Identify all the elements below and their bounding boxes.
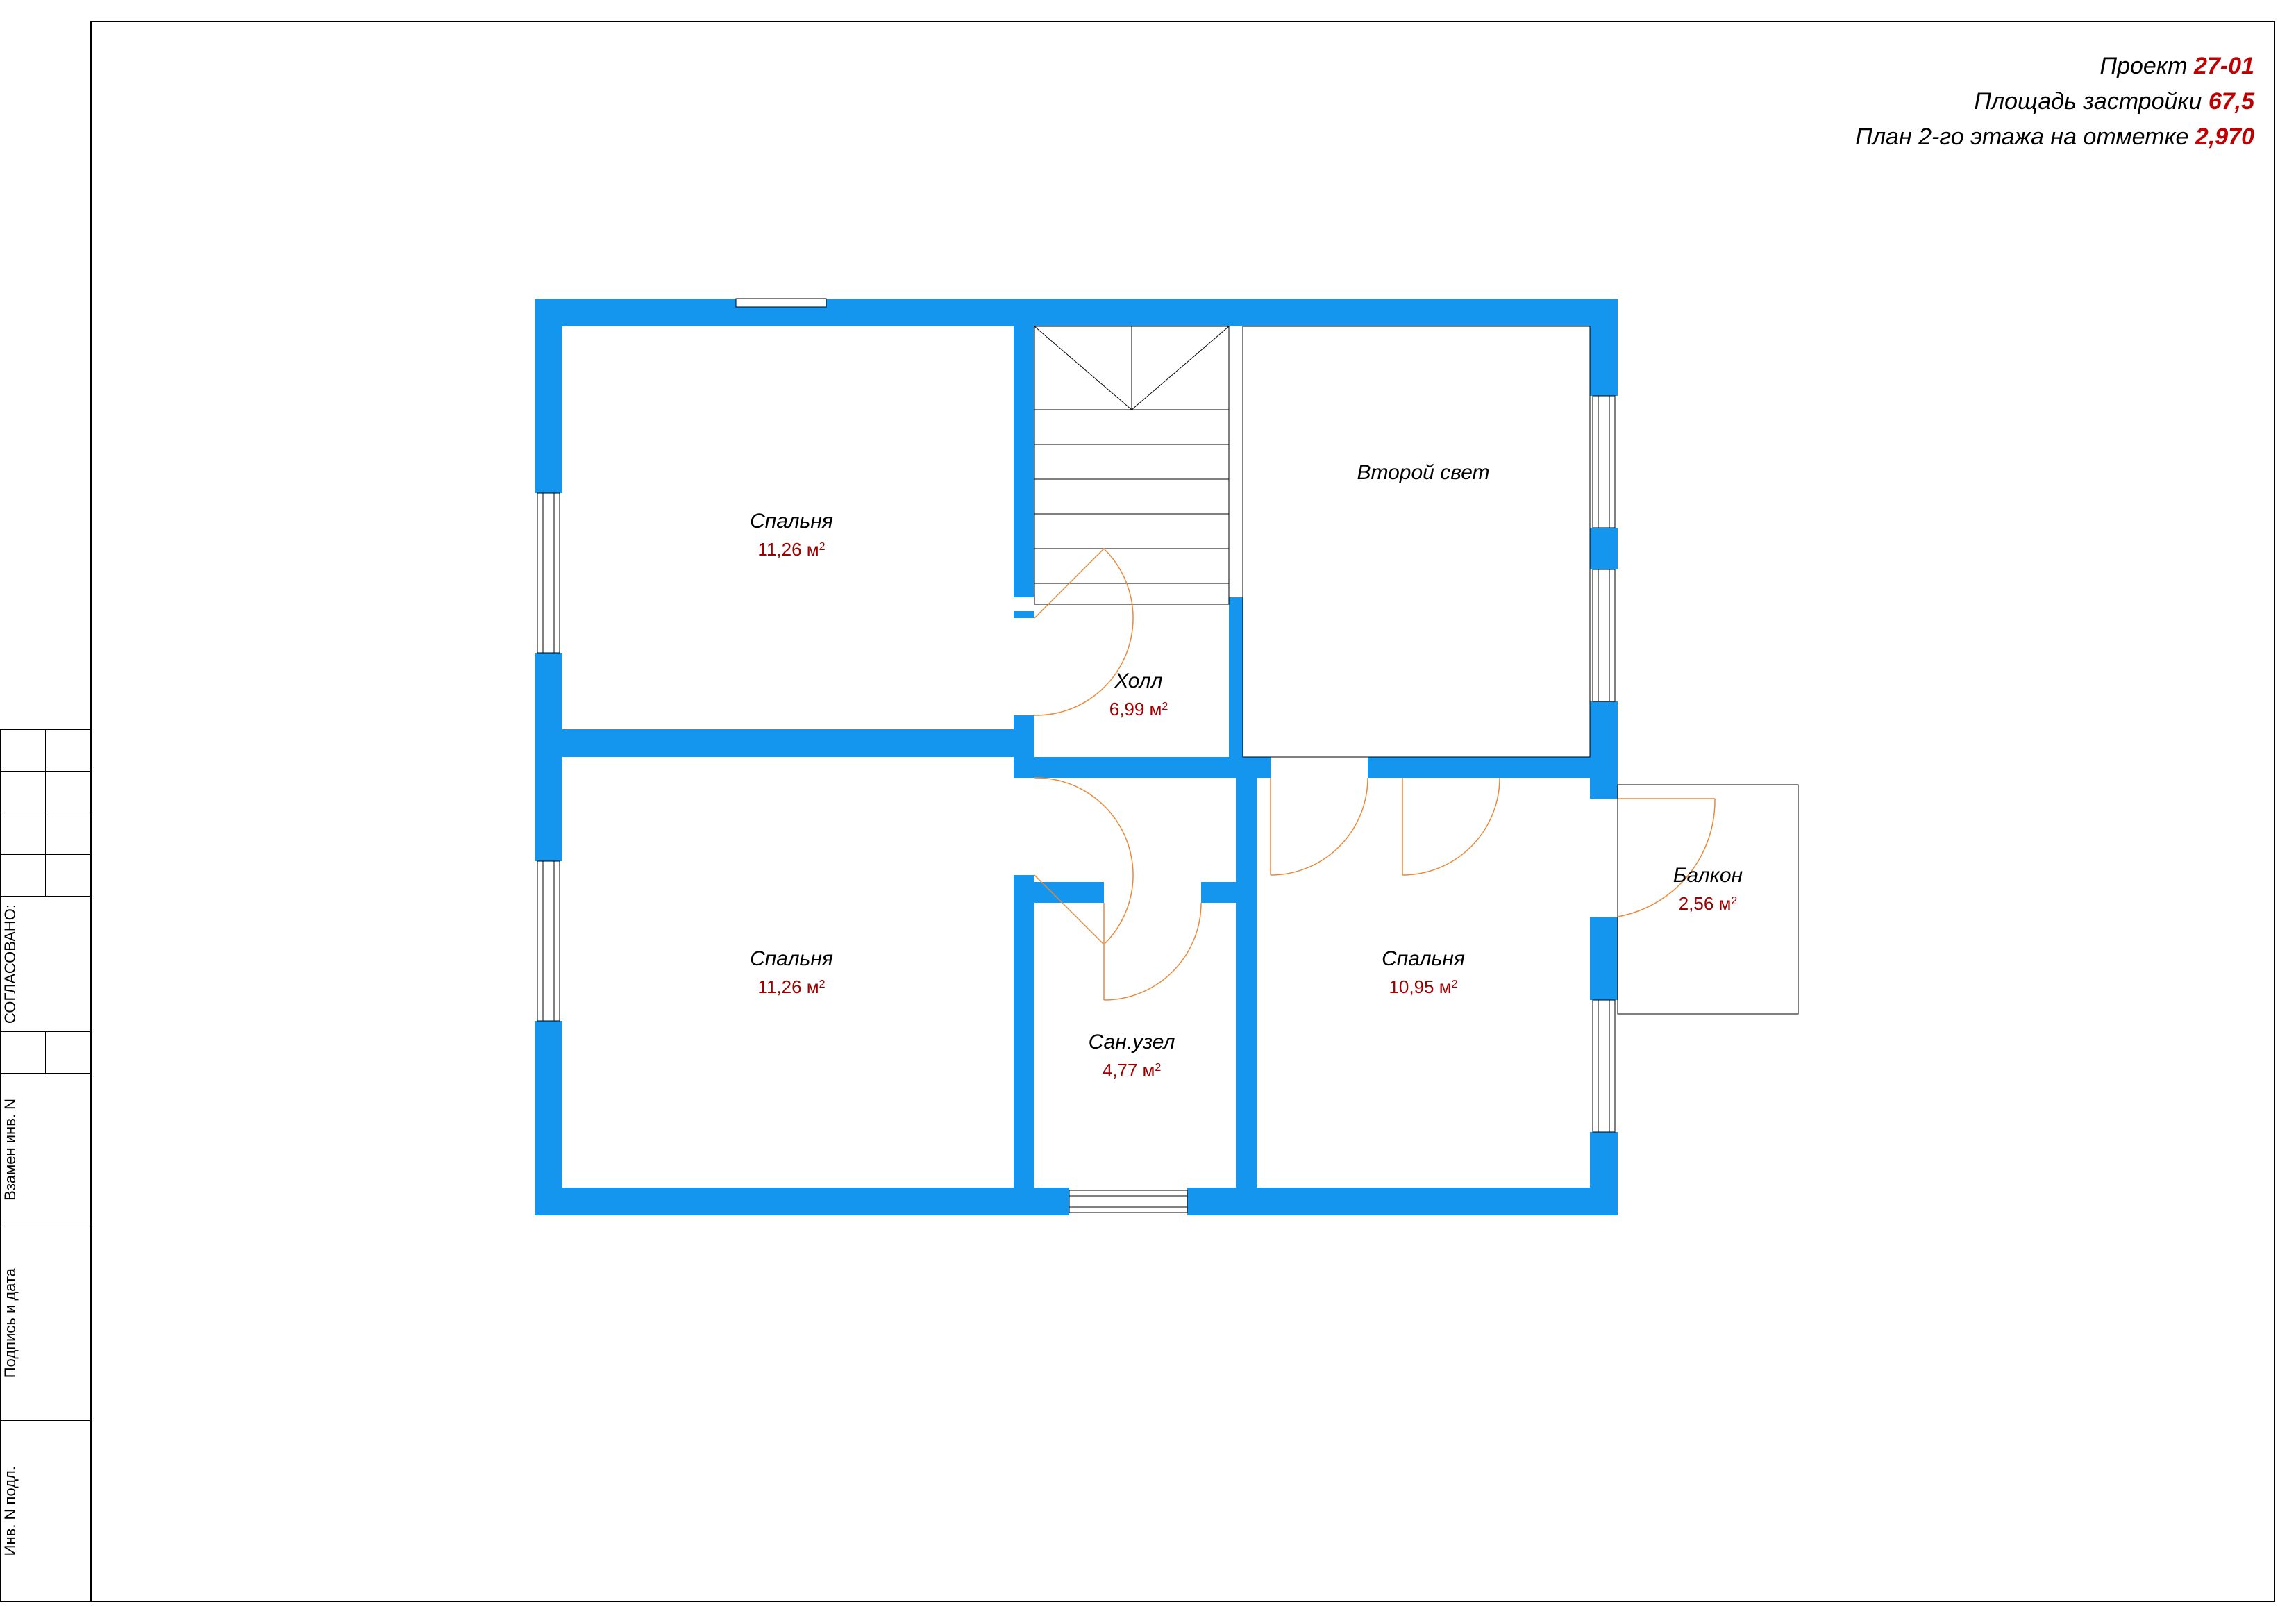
- title-block: СОГЛАСОВАНО: Взамен инв. N Подпись и дат…: [0, 729, 90, 1602]
- stairs-icon: [1034, 326, 1229, 604]
- room-bedroom3-name: Спальня: [1382, 947, 1465, 970]
- drawing-header: Проект 27-01 Площадь застройки 67,5 План…: [1855, 49, 2254, 155]
- room-bath-name: Сан.узел: [1089, 1031, 1175, 1054]
- room-bath-area: 4,77 м2: [1103, 1060, 1162, 1081]
- side-inv-orig: Инв. N подл.: [1, 1459, 19, 1563]
- door-bath: [1104, 903, 1201, 1000]
- room-balcony-area: 2,56 м2: [1679, 893, 1738, 914]
- side-inv-replace: Взамен инв. N: [1, 1092, 19, 1208]
- plan-label: План 2-го этажа на отметке: [1855, 124, 2188, 150]
- door-bedroom3: [1271, 778, 1368, 875]
- room-bedroom3-area: 10,95 м2: [1389, 976, 1457, 997]
- room-bedroom1-area: 11,26 м2: [757, 539, 825, 560]
- room-bedroom1-name: Спальня: [750, 510, 833, 533]
- room-void-name: Второй свет: [1357, 461, 1489, 484]
- room-bedroom2-area: 11,26 м2: [757, 976, 825, 997]
- room-bedroom2-name: Спальня: [750, 947, 833, 970]
- side-agreed: СОГЛАСОВАНО:: [1, 897, 19, 1031]
- room-balcony-name: Балкон: [1673, 864, 1743, 887]
- door-bedroom2: [1034, 778, 1133, 944]
- project-label: Проект: [2100, 53, 2187, 79]
- plan-value: 2,970: [2195, 124, 2254, 150]
- floor-plan: Спальня 11,26 м2 Спальня 11,26 м2 Спальн…: [535, 299, 1854, 1340]
- project-value: 27-01: [2194, 53, 2254, 79]
- room-hall-name: Холл: [1114, 669, 1162, 692]
- room-hall-area: 6,99 м2: [1109, 699, 1168, 719]
- side-sign-date: Подпись и дата: [1, 1261, 19, 1385]
- area-value: 67,5: [2209, 88, 2254, 115]
- door-void: [1402, 778, 1500, 875]
- area-label: Площадь застройки: [1974, 88, 2202, 115]
